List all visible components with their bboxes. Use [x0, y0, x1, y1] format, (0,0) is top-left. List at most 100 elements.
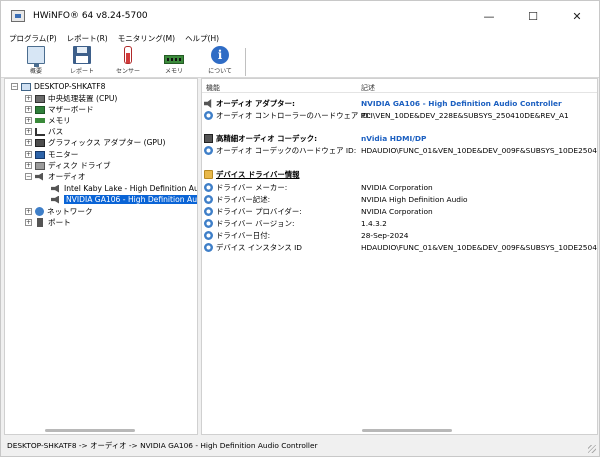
property-label: オーディオ コントローラーのハードウェア ID:	[216, 111, 371, 120]
expand-icon[interactable]: +	[25, 128, 32, 135]
property-row-audio-adapter[interactable]: オーディオ アダプター: NVIDIA GA106 - High Definit…	[202, 98, 597, 109]
maximize-button[interactable]: ☐	[511, 1, 555, 31]
menu-help[interactable]: ヘルプ(H)	[185, 33, 219, 44]
window-title: HWiNFO® 64 v8.24-5700	[33, 11, 148, 21]
device-tree[interactable]: − DESKTOP-SHKATF8 + 中央処理装置 (CPU) + マザーボー…	[4, 78, 198, 435]
motherboard-icon	[35, 105, 45, 114]
expand-icon[interactable]: +	[25, 219, 32, 226]
bus-icon	[35, 127, 45, 136]
tree-node-audio[interactable]: − オーディオ	[25, 171, 85, 182]
speaker-icon	[51, 195, 59, 204]
expand-icon[interactable]: +	[25, 106, 32, 113]
tree-node-monitor[interactable]: + モニター	[25, 149, 78, 160]
gear-icon	[204, 195, 213, 204]
expand-icon[interactable]: +	[25, 117, 32, 124]
tree-node-motherboard[interactable]: + マザーボード	[25, 104, 94, 115]
report-label: レポート	[69, 68, 94, 75]
collapse-icon[interactable]: −	[25, 173, 32, 180]
expand-icon[interactable]: +	[25, 139, 32, 146]
property-row-codec-hwid[interactable]: オーディオ コーデックのハードウェア ID: HDAUDIO\FUNC_01&V…	[202, 145, 598, 156]
property-label: 高精細オーディオ コーデック:	[216, 134, 318, 143]
tree-node-network[interactable]: + ネットワーク	[25, 206, 93, 217]
gear-icon	[204, 183, 213, 192]
chip-icon	[204, 134, 213, 143]
memory-button[interactable]: メモリ	[151, 45, 197, 78]
property-row-driver-provider[interactable]: ドライバー プロバイダー: NVIDIA Corporation	[202, 206, 597, 217]
menu-report[interactable]: レポート(R)	[67, 33, 108, 44]
property-row-controller-hwid[interactable]: オーディオ コントローラーのハードウェア ID: PCI\VEN_10DE&DE…	[202, 110, 597, 121]
details-pane[interactable]: 機能 記述 オーディオ アダプター: NVIDIA GA106 - High D…	[201, 78, 598, 435]
tree-label: Intel Kaby Lake - High Definition Audio	[64, 184, 198, 193]
property-label: ドライバー バージョン:	[216, 219, 295, 228]
expand-icon[interactable]: +	[25, 162, 32, 169]
sensors-button[interactable]: センサー	[105, 45, 151, 78]
folder-icon	[204, 170, 213, 179]
expand-icon[interactable]: +	[25, 151, 32, 158]
title-bar: HWiNFO® 64 v8.24-5700 — ☐ ✕	[1, 1, 599, 31]
tree-node-port[interactable]: + ポート	[25, 217, 71, 228]
property-label: ドライバー プロバイダー:	[216, 207, 302, 216]
property-row-hd-audio-codec[interactable]: 高精細オーディオ コーデック: nVidia HDMI/DP	[202, 133, 597, 144]
tree-label: モニター	[48, 150, 79, 159]
status-bar: DESKTOP-SHKATF8 -> オーディオ -> NVIDIA GA106…	[1, 435, 599, 456]
section-label: デバイス ドライバー情報	[216, 170, 300, 179]
menu-monitoring[interactable]: モニタリング(M)	[118, 33, 175, 44]
collapse-icon[interactable]: −	[11, 83, 18, 90]
property-row-driver-version[interactable]: ドライバー バージョン: 1.4.3.2	[202, 218, 597, 229]
tree-node-intel-audio[interactable]: Intel Kaby Lake - High Definition Audio	[41, 183, 198, 194]
tree-node-computer[interactable]: − DESKTOP-SHKATF8	[11, 81, 105, 92]
tree-label: DESKTOP-SHKATF8	[34, 82, 106, 91]
tree-node-bus[interactable]: + バス	[25, 126, 63, 137]
gear-icon	[204, 207, 213, 216]
cpu-icon	[35, 94, 45, 103]
expand-icon[interactable]: +	[25, 208, 32, 215]
gear-icon	[204, 146, 213, 155]
tree-label: ネットワーク	[47, 207, 93, 216]
details-horizontal-scrollbar[interactable]	[362, 429, 452, 432]
gpu-icon	[35, 138, 45, 147]
summary-button[interactable]: 概要	[13, 45, 59, 78]
property-label: ドライバー日付:	[216, 231, 271, 240]
disk-icon	[35, 161, 45, 170]
about-button[interactable]: i について	[197, 45, 243, 78]
speaker-icon	[51, 184, 59, 193]
property-label: オーディオ アダプター:	[216, 99, 295, 108]
property-row-driver-date[interactable]: ドライバー日付: 28-Sep-2024	[202, 230, 597, 241]
close-button[interactable]: ✕	[555, 1, 599, 31]
property-value: HDAUDIO\FUNC_01&VEN_10DE&DEV_009F&SUBSYS…	[361, 146, 598, 155]
tree-node-disk-drive[interactable]: + ディスク ドライブ	[25, 160, 111, 171]
property-label: オーディオ コーデックのハードウェア ID:	[216, 146, 357, 155]
property-row-driver-manufacturer[interactable]: ドライバー メーカー: NVIDIA Corporation	[202, 182, 597, 193]
tree-node-cpu[interactable]: + 中央処理装置 (CPU)	[25, 93, 117, 104]
status-path: DESKTOP-SHKATF8 -> オーディオ -> NVIDIA GA106…	[7, 441, 318, 450]
menu-program[interactable]: プログラム(P)	[9, 33, 57, 44]
property-row-driver-description[interactable]: ドライバー記述: NVIDIA High Definition Audio	[202, 194, 597, 205]
property-row-device-instance-id[interactable]: デバイス インスタンス ID HDAUDIO\FUNC_01&VEN_10DE&…	[202, 242, 597, 253]
info-icon: i	[211, 46, 229, 64]
resize-grip-icon[interactable]	[588, 445, 596, 453]
tree-node-memory[interactable]: + メモリ	[25, 115, 71, 126]
tree-node-nvidia-audio[interactable]: NVIDIA GA106 - High Definition Audio	[41, 194, 197, 205]
property-section-driver-info[interactable]: デバイス ドライバー情報	[202, 169, 597, 180]
report-button[interactable]: レポート	[59, 45, 105, 78]
menu-bar: プログラム(P) レポート(R) モニタリング(M) ヘルプ(H)	[1, 31, 599, 45]
property-value: PCI\VEN_10DE&DEV_228E&SUBSYS_250410DE&RE…	[361, 111, 569, 120]
window-controls: — ☐ ✕	[467, 1, 599, 31]
expand-icon[interactable]: +	[25, 95, 32, 102]
tree-node-gpu[interactable]: + グラフィックス アダプター (GPU)	[25, 137, 166, 148]
app-window: HWiNFO® 64 v8.24-5700 — ☐ ✕ プログラム(P) レポー…	[0, 0, 600, 457]
computer-icon	[21, 82, 31, 91]
memory-icon	[164, 55, 184, 64]
memory-label: メモリ	[164, 68, 183, 75]
gear-icon	[204, 231, 213, 240]
gear-icon	[204, 243, 213, 252]
toolbar-separator	[245, 48, 246, 76]
minimize-button[interactable]: —	[467, 1, 511, 31]
tree-label: オーディオ	[48, 172, 86, 181]
tree-horizontal-scrollbar[interactable]	[45, 429, 135, 432]
sensors-label: センサー	[115, 68, 140, 75]
tree-label: グラフィックス アダプター (GPU)	[48, 138, 166, 147]
property-value: NVIDIA High Definition Audio	[361, 195, 468, 204]
